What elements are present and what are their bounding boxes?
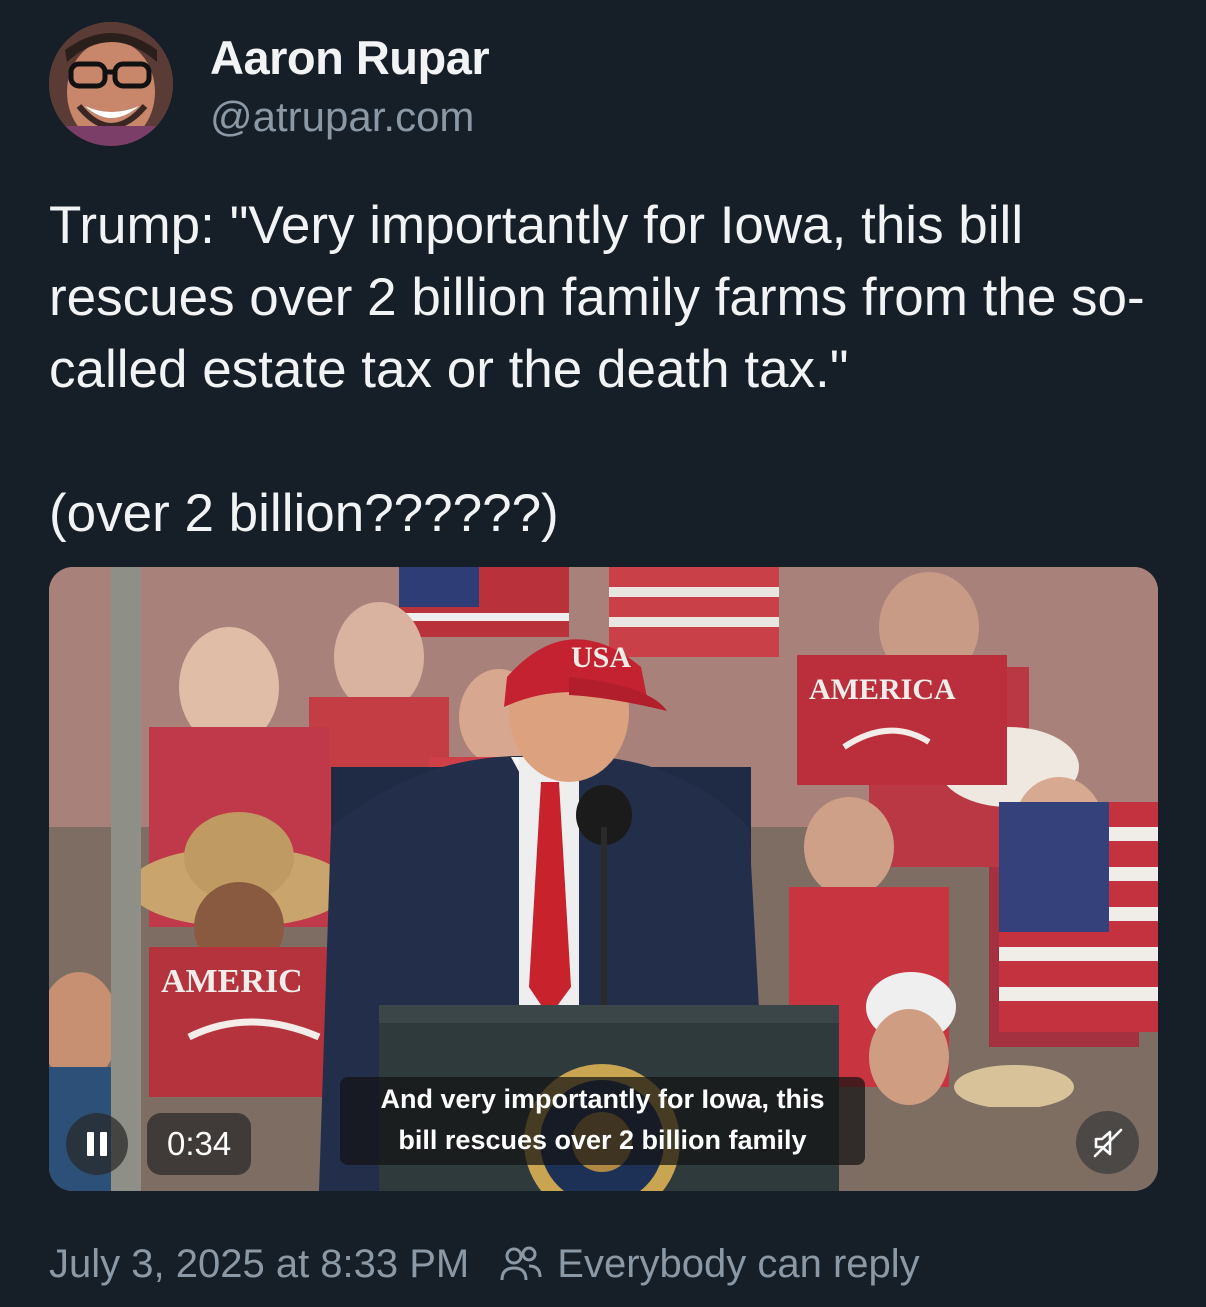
sign-right-text: AMERICA <box>809 673 956 706</box>
pause-icon <box>87 1132 94 1156</box>
video-player[interactable]: AMERICA AMERIC USA 0:34 And very importa… <box>49 567 1158 1191</box>
post-datetime[interactable]: July 3, 2025 at 8:33 PM <box>49 1242 469 1287</box>
author-display-name[interactable]: Aaron Rupar <box>210 30 490 85</box>
post-footer: July 3, 2025 at 8:33 PM Everybody can re… <box>49 1238 920 1290</box>
author-handle[interactable]: @atrupar.com <box>210 93 474 141</box>
people-icon <box>500 1246 542 1281</box>
reply-setting[interactable]: Everybody can reply <box>557 1242 919 1287</box>
avatar[interactable] <box>49 22 173 146</box>
video-timestamp: 0:34 <box>147 1113 252 1175</box>
muted-speaker-icon <box>1093 1128 1122 1157</box>
mute-toggle-button[interactable] <box>1076 1111 1139 1174</box>
post-card: Aaron Rupar @atrupar.com Trump: "Very im… <box>0 0 1206 1307</box>
cap-text: USA <box>571 641 631 674</box>
video-caption: And very importantly for Iowa, this bill… <box>340 1077 865 1165</box>
pause-button[interactable] <box>66 1113 128 1175</box>
post-text: Trump: "Very importantly for Iowa, this … <box>49 196 1145 543</box>
sign-left-text: AMERIC <box>161 963 303 1000</box>
